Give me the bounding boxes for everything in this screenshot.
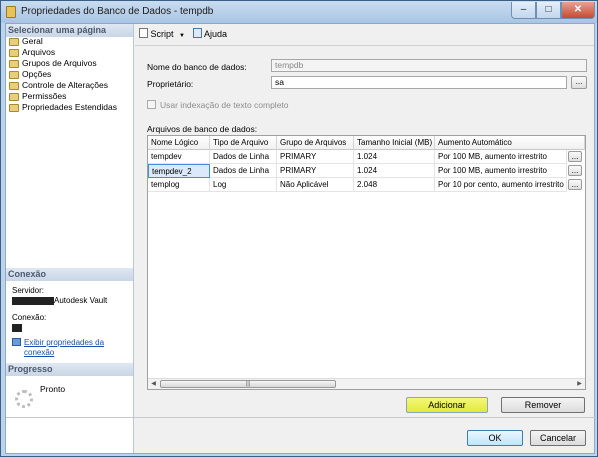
redacted-block	[12, 296, 54, 305]
column-header-tipo-de-arquivo[interactable]: Tipo de Arquivo	[210, 136, 277, 150]
owner-label: Proprietário:	[147, 79, 194, 89]
db-name-label: Nome do banco de dados:	[147, 62, 247, 72]
right-pane: Script ▼ Ajuda Nome do banco de dados: t…	[6, 24, 596, 453]
properties-window: Propriedades do Banco de Dados - tempdb …	[0, 0, 598, 457]
table-cell[interactable]: 2.048	[354, 178, 435, 192]
table-cell[interactable]: tempdev	[148, 150, 210, 164]
autogrowth-edit-button[interactable]: ...	[568, 151, 582, 162]
server-value-row: Autodesk Vault	[12, 296, 107, 305]
autogrowth-edit-button[interactable]: ...	[568, 165, 582, 176]
server-value: Autodesk Vault	[54, 296, 108, 305]
scroll-right-icon[interactable]: ▶	[574, 379, 585, 389]
left-pane: Selecionar uma página Geral Arquivos Gru…	[6, 24, 134, 453]
page-list: Geral Arquivos Grupos de Arquivos Opções…	[6, 36, 117, 113]
connection-properties-icon	[12, 338, 21, 346]
column-header-grupo-de-arquivos[interactable]: Grupo de Arquivos	[277, 136, 354, 150]
column-header-nome-logico[interactable]: Nome Lógico	[148, 136, 210, 150]
footer-divider	[6, 417, 596, 418]
page-icon	[9, 38, 19, 46]
page-icon	[9, 104, 19, 112]
page-icon	[9, 71, 19, 79]
close-button[interactable]: ✕	[561, 2, 595, 19]
help-button[interactable]: Ajuda	[193, 28, 227, 40]
column-header-aumento-automatico[interactable]: Aumento Automático	[435, 136, 585, 150]
page-item-controle-de-alteracoes[interactable]: Controle de Alterações	[6, 80, 117, 91]
fulltext-label: Usar indexação de texto completo	[160, 100, 289, 110]
dialog-body: Selecionar uma página Geral Arquivos Gru…	[5, 23, 596, 454]
table-cell[interactable]: PRIMARY	[277, 164, 354, 178]
table-cell[interactable]: Não Aplicável	[277, 178, 354, 192]
page-item-arquivos[interactable]: Arquivos	[6, 47, 117, 58]
title-bar: Propriedades do Banco de Dados - tempdb …	[1, 1, 597, 23]
page-item-permissoes[interactable]: Permissões	[6, 91, 117, 102]
table-cell-selected[interactable]: tempdev_2	[148, 164, 210, 178]
table-cell[interactable]: Dados de Linha	[210, 150, 277, 164]
page-item-label: Controle de Alterações	[22, 80, 108, 90]
page-item-label: Geral	[22, 36, 43, 46]
script-button[interactable]: Script ▼	[139, 28, 185, 40]
fulltext-checkbox[interactable]	[147, 100, 156, 109]
remove-button[interactable]: Remover	[501, 397, 585, 413]
window-title: Propriedades do Banco de Dados - tempdb	[21, 6, 214, 17]
maximize-button[interactable]: □	[536, 2, 561, 19]
table-cell[interactable]: 1.024	[354, 164, 435, 178]
horizontal-scrollbar[interactable]: ◀ ||| ▶	[148, 378, 585, 389]
files-label: Arquivos de banco de dados:	[147, 124, 258, 134]
script-icon	[139, 28, 148, 38]
page-item-geral[interactable]: Geral	[6, 36, 117, 47]
view-connection-link[interactable]: Exibir propriedades da conexão	[24, 338, 120, 358]
progress-area: Pronto	[6, 376, 133, 436]
progress-spinner-icon	[15, 390, 33, 408]
table-cell[interactable]: Dados de Linha	[210, 164, 277, 178]
database-files-grid: Nome Lógico Tipo de Arquivo Grupo de Arq…	[147, 135, 586, 390]
scroll-left-icon[interactable]: ◀	[148, 379, 159, 389]
toolbar-divider	[135, 45, 594, 46]
owner-field[interactable]: sa	[271, 76, 567, 89]
view-connection-properties[interactable]: Exibir propriedades da conexão	[12, 338, 128, 358]
help-label: Ajuda	[204, 29, 228, 39]
table-cell[interactable]: 1.024	[354, 150, 435, 164]
toolbar: Script ▼ Ajuda	[135, 24, 594, 44]
help-icon	[193, 28, 202, 38]
db-name-field[interactable]: tempdb	[271, 59, 587, 72]
page-item-label: Opções	[22, 69, 52, 79]
page-item-propriedades-estendidas[interactable]: Propriedades Estendidas	[6, 102, 117, 113]
progress-status: Pronto	[40, 384, 66, 394]
minimize-button[interactable]: –	[511, 2, 536, 19]
page-item-label: Arquivos	[22, 47, 56, 57]
connection-label: Conexão:	[12, 313, 47, 322]
page-icon	[9, 93, 19, 101]
add-button[interactable]: Adicionar	[406, 397, 488, 413]
table-cell[interactable]: templog	[148, 178, 210, 192]
scroll-thumb[interactable]: |||	[160, 380, 336, 388]
database-icon	[6, 6, 16, 18]
page-item-label: Grupos de Arquivos	[22, 58, 97, 68]
page-item-label: Propriedades Estendidas	[22, 102, 117, 112]
table-cell[interactable]: Por 100 MB, aumento irrestrito	[435, 164, 567, 178]
cancel-button[interactable]: Cancelar	[530, 430, 586, 446]
column-header-tamanho-inicial[interactable]: Tamanho Inicial (MB)	[354, 136, 435, 150]
table-cell[interactable]: PRIMARY	[277, 150, 354, 164]
page-item-grupos-de-arquivos[interactable]: Grupos de Arquivos	[6, 58, 117, 69]
table-cell[interactable]: Log	[210, 178, 277, 192]
connection-value-row	[12, 323, 22, 332]
chevron-down-icon[interactable]: ▼	[179, 33, 185, 39]
server-label: Servidor:	[12, 286, 45, 295]
page-item-label: Permissões	[22, 91, 67, 101]
script-label: Script	[150, 29, 174, 39]
autogrowth-edit-button[interactable]: ...	[568, 179, 582, 190]
ok-button[interactable]: OK	[467, 430, 523, 446]
progress-header: Progresso	[6, 363, 133, 376]
connection-header: Conexão	[6, 268, 133, 281]
page-icon	[9, 49, 19, 57]
page-item-opcoes[interactable]: Opções	[6, 69, 117, 80]
page-icon	[9, 60, 19, 68]
table-cell[interactable]: Por 100 MB, aumento irrestrito	[435, 150, 567, 164]
table-cell[interactable]: Por 10 por cento, aumento irrestrito	[435, 178, 567, 192]
owner-browse-button[interactable]: ...	[571, 76, 587, 89]
page-icon	[9, 82, 19, 90]
redacted-block	[12, 323, 22, 332]
